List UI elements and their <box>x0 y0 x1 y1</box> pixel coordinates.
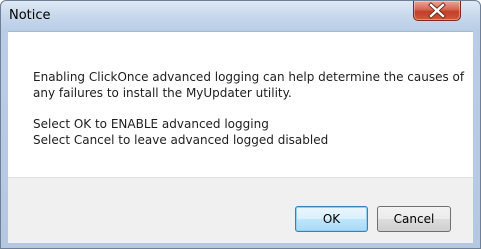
button-bar: OK Cancel <box>8 177 473 243</box>
message-line-2: any failures to install the MyUpdater ut… <box>33 86 292 100</box>
dialog-window: Notice Enabling ClickOnce advanced loggi… <box>0 0 481 249</box>
title-bar[interactable]: Notice <box>1 1 480 31</box>
close-icon <box>428 2 446 19</box>
message-line-1: Enabling ClickOnce advanced logging can … <box>33 70 465 84</box>
message-line-3: Select OK to ENABLE advanced logging <box>33 117 269 131</box>
close-button[interactable] <box>413 1 461 21</box>
ok-button[interactable]: OK <box>295 206 368 232</box>
dialog-title: Notice <box>9 8 51 23</box>
message-area: Enabling ClickOnce advanced logging can … <box>8 31 473 177</box>
message-line-4: Select Cancel to leave advanced logged d… <box>33 133 329 147</box>
cancel-button[interactable]: Cancel <box>377 206 451 232</box>
